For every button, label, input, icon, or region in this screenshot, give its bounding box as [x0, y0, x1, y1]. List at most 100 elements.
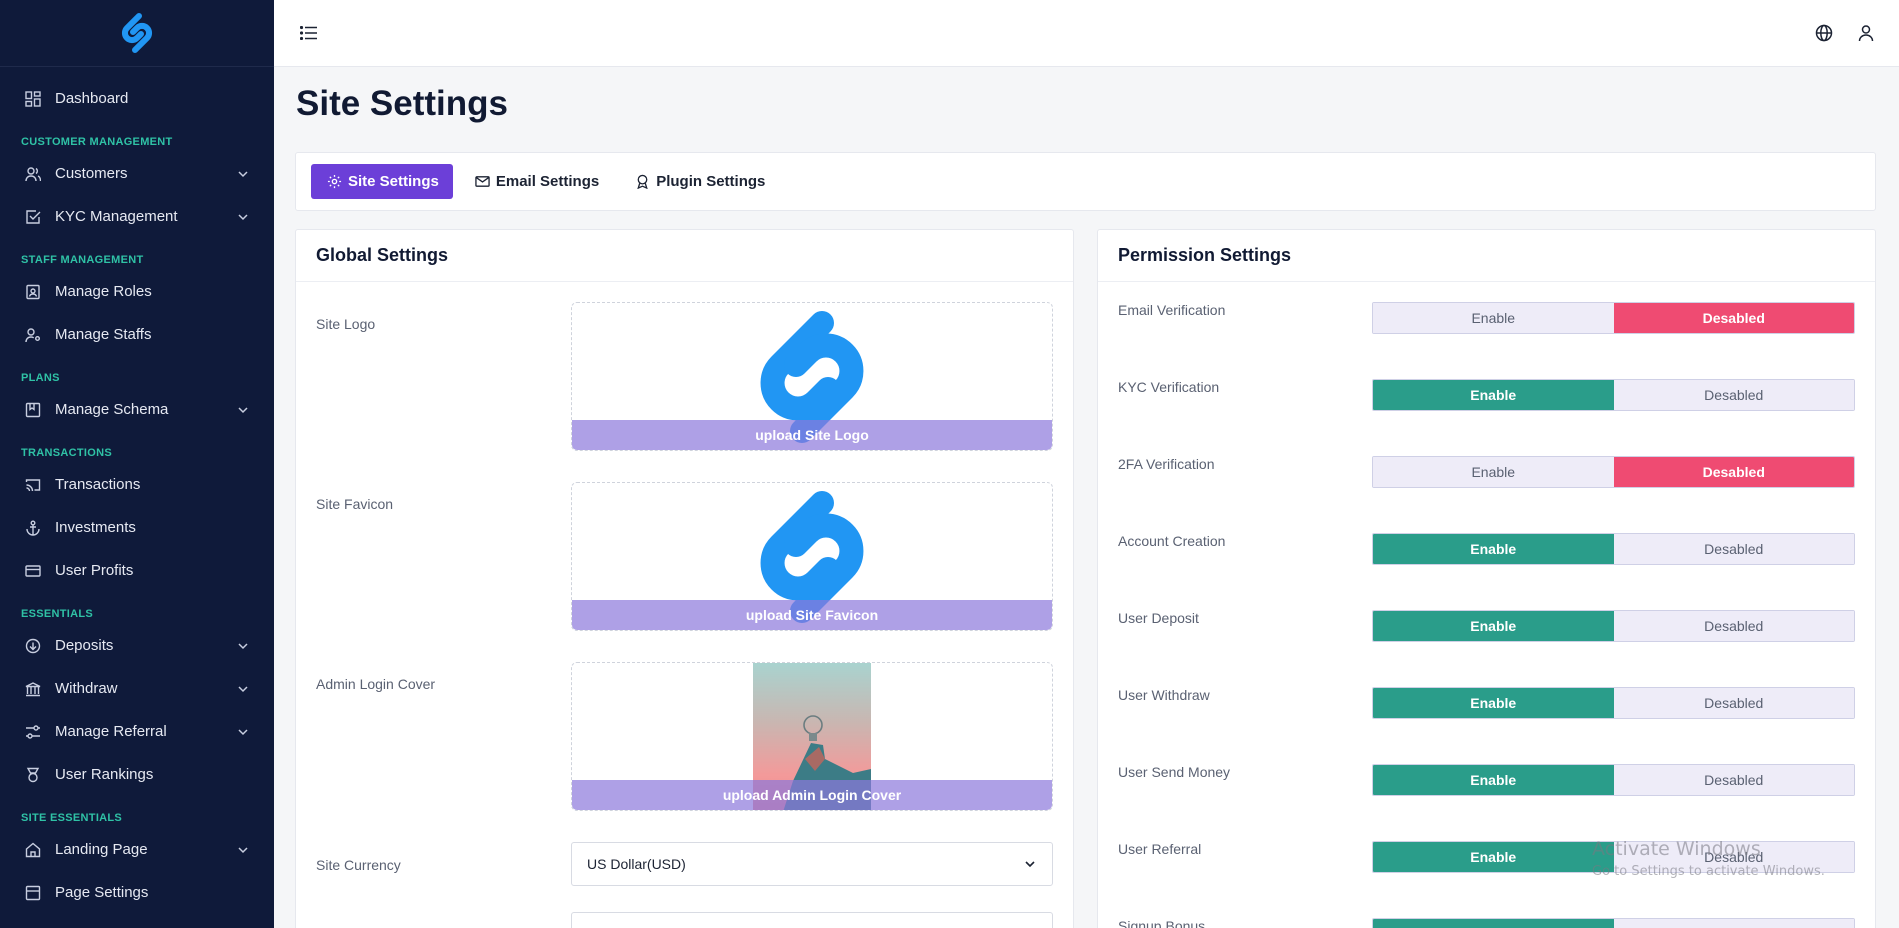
- check-square-icon: [24, 208, 42, 226]
- permission-settings-title: Permission Settings: [1098, 230, 1875, 282]
- permission-row: User Send Money Enable Desabled: [1098, 764, 1875, 804]
- enable-option[interactable]: Enable: [1373, 303, 1614, 333]
- permission-toggle: EnableDesabled: [1372, 918, 1855, 928]
- layout-icon: [24, 884, 42, 902]
- permission-row: User Withdraw Enable Desabled: [1098, 687, 1875, 727]
- disable-option[interactable]: Desabled: [1613, 380, 1854, 410]
- site-logo-upload[interactable]: upload Site Logo: [571, 302, 1053, 451]
- sidebar-item-customers[interactable]: Customers: [0, 152, 274, 195]
- disable-option[interactable]: Desabled: [1613, 457, 1854, 487]
- disable-option[interactable]: Desabled: [1613, 919, 1854, 928]
- sidebar-item-label: KYC Management: [55, 208, 178, 225]
- sidebar-section-plans: PLANS: [21, 372, 60, 384]
- sidebar-section-site: SITE ESSENTIALS: [21, 812, 123, 824]
- sidebar-item-rankings[interactable]: User Rankings: [0, 753, 274, 796]
- sidebar-item-label: Withdraw: [55, 680, 118, 697]
- cast-icon: [24, 476, 42, 494]
- next-field-input[interactable]: [571, 912, 1053, 928]
- enable-option[interactable]: Enable: [1373, 842, 1614, 872]
- activation-watermark: Activate Windows Go to Settings to activ…: [1592, 838, 1825, 879]
- tab-label: Email Settings: [495, 173, 600, 190]
- sidebar-item-roles[interactable]: Manage Roles: [0, 270, 274, 313]
- sidebar-item-investments[interactable]: Investments: [0, 506, 274, 549]
- sidebar-item-staffs[interactable]: Manage Staffs: [0, 313, 274, 356]
- sidebar-item-label: Landing Page: [55, 841, 148, 858]
- credit-card-icon: [24, 562, 42, 580]
- award-icon: [635, 174, 650, 189]
- disable-option[interactable]: Desabled: [1613, 534, 1854, 564]
- site-favicon-upload[interactable]: upload Site Favicon: [571, 482, 1053, 631]
- upload-site-logo-label: upload Site Logo: [572, 420, 1052, 450]
- permission-label: Signup Bonus: [1118, 918, 1206, 928]
- sidebar-item-dashboard[interactable]: Dashboard: [0, 77, 274, 120]
- menu-toggle-button[interactable]: [298, 22, 320, 44]
- disable-option[interactable]: Desabled: [1613, 611, 1854, 641]
- sidebar-item-landing[interactable]: Landing Page: [0, 828, 274, 871]
- chevron-down-icon: [238, 846, 248, 853]
- sidebar-item-label: User Rankings: [55, 766, 154, 783]
- dashboard-icon: [24, 90, 42, 108]
- disable-option[interactable]: Desabled: [1613, 303, 1854, 333]
- brand-logo[interactable]: [0, 0, 274, 67]
- permission-label: User Withdraw: [1118, 687, 1210, 703]
- site-currency-select[interactable]: US Dollar(USD): [571, 842, 1053, 886]
- settings-tabs: Site Settings Email Settings Plugin Sett…: [295, 152, 1876, 211]
- site-favicon-label: Site Favicon: [316, 496, 394, 512]
- permission-label: Email Verification: [1118, 302, 1226, 318]
- disable-option[interactable]: Desabled: [1613, 688, 1854, 718]
- sidebar: Dashboard CUSTOMER MANAGEMENT Customers …: [0, 0, 274, 928]
- sidebar-item-label: Customers: [55, 165, 128, 182]
- bookmark-box-icon: [24, 401, 42, 419]
- sidebar-item-label: Deposits: [55, 637, 114, 654]
- enable-option[interactable]: Enable: [1373, 457, 1614, 487]
- sidebar-section-staff: STAFF MANAGEMENT: [21, 254, 144, 266]
- tab-site-settings[interactable]: Site Settings: [311, 164, 453, 199]
- disable-option[interactable]: Desabled: [1613, 765, 1854, 795]
- brand-logo-icon: [121, 13, 153, 53]
- permission-toggle: EnableDesabled: [1372, 764, 1855, 796]
- permission-row: KYC Verification Enable Desabled: [1098, 379, 1875, 419]
- user-menu-button[interactable]: [1855, 22, 1877, 44]
- language-button[interactable]: [1813, 22, 1835, 44]
- sidebar-item-page-settings[interactable]: Page Settings: [0, 871, 274, 914]
- tab-email-settings[interactable]: Email Settings: [459, 164, 613, 199]
- sidebar-item-label: Investments: [55, 519, 136, 536]
- medal-icon: [24, 766, 42, 784]
- enable-option[interactable]: Enable: [1373, 380, 1614, 410]
- arrow-down-circle-icon: [24, 637, 42, 655]
- sidebar-item-withdraw[interactable]: Withdraw: [0, 667, 274, 710]
- list-icon: [300, 26, 317, 40]
- enable-option[interactable]: Enable: [1373, 688, 1614, 718]
- sidebar-item-deposits[interactable]: Deposits: [0, 624, 274, 667]
- enable-option[interactable]: Enable: [1373, 765, 1614, 795]
- top-bar: [274, 0, 1899, 67]
- permission-label: User Send Money: [1118, 764, 1231, 780]
- chevron-down-icon: [238, 213, 248, 220]
- sidebar-item-transactions[interactable]: Transactions: [0, 463, 274, 506]
- permission-row: Signup Bonus EnableDesabled: [1098, 918, 1875, 928]
- tab-plugin-settings[interactable]: Plugin Settings: [619, 164, 779, 199]
- global-settings-card: Global Settings Site Logo upload Site Lo…: [295, 229, 1074, 928]
- sidebar-item-label: Manage Schema: [55, 401, 169, 418]
- permission-label: User Referral: [1118, 841, 1202, 857]
- enable-option[interactable]: Enable: [1373, 611, 1614, 641]
- permission-toggle: EnableDesabled: [1372, 687, 1855, 719]
- sidebar-item-profits[interactable]: User Profits: [0, 549, 274, 592]
- site-currency-value: US Dollar(USD): [587, 856, 686, 872]
- sidebar-section-essentials: ESSENTIALS: [21, 608, 94, 620]
- upload-admin-login-cover-label: upload Admin Login Cover: [572, 780, 1052, 810]
- permission-label: Account Creation: [1118, 533, 1226, 549]
- sidebar-item-referral[interactable]: Manage Referral: [0, 710, 274, 753]
- admin-login-cover-upload[interactable]: upload Admin Login Cover: [571, 662, 1053, 811]
- chevron-down-icon: [238, 406, 248, 413]
- anchor-icon: [24, 519, 42, 537]
- permission-toggle: EnableDesabled: [1372, 610, 1855, 642]
- enable-option[interactable]: Enable: [1373, 919, 1614, 928]
- sidebar-item-label: Dashboard: [55, 90, 129, 107]
- chevron-down-icon: [238, 728, 248, 735]
- sidebar-item-kyc[interactable]: KYC Management: [0, 195, 274, 238]
- watermark-subtitle: Go to Settings to activate Windows.: [1592, 864, 1825, 879]
- sidebar-item-schema[interactable]: Manage Schema: [0, 388, 274, 431]
- permission-row: 2FA Verification Enable Desabled: [1098, 456, 1875, 496]
- enable-option[interactable]: Enable: [1373, 534, 1614, 564]
